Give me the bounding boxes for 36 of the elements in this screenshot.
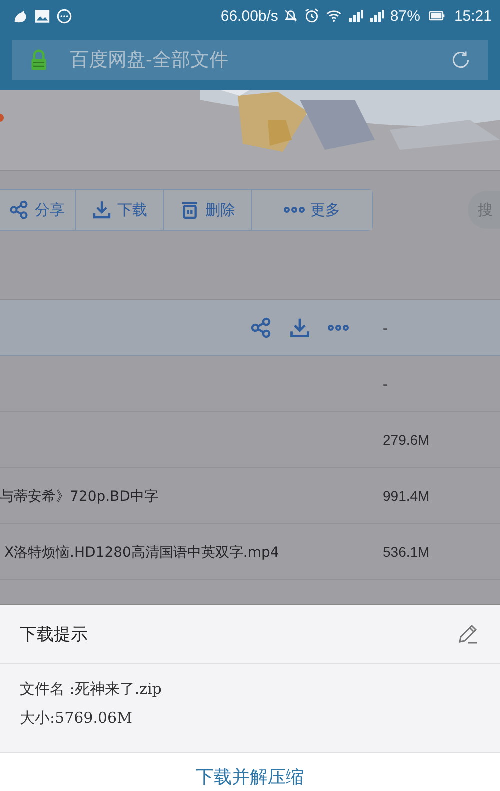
more-button[interactable]: 更多: [252, 190, 372, 230]
file-size: 991.4M: [383, 488, 430, 504]
download-icon: [92, 200, 112, 220]
extract-button[interactable]: 下载并解压缩: [196, 765, 304, 791]
file-size: 279.6M: [383, 432, 430, 448]
clock: 15:21: [454, 8, 492, 24]
share-button[interactable]: 分享: [0, 190, 76, 230]
download-button[interactable]: 下载: [76, 190, 164, 230]
download-icon[interactable]: [289, 316, 311, 338]
file-size-label: 大小:5769.06M: [20, 709, 134, 728]
signal-icon: [369, 8, 386, 24]
more-icon[interactable]: [328, 324, 349, 330]
wifi-icon: [325, 8, 344, 24]
chat-icon: [56, 8, 73, 24]
file-name-label: 文件名 :死神来了.zip: [20, 680, 163, 699]
dialog-title: 下载提示: [20, 624, 88, 646]
file-name: X洛特烦恼.HD1280高清国语中英双字.mp4: [3, 544, 280, 560]
network-speed: 66.00b/s: [220, 8, 278, 24]
image-icon: [34, 8, 51, 24]
delete-button[interactable]: 删除: [164, 190, 252, 230]
file-name: 与蒂安希》720p.BD中字: [0, 488, 158, 504]
refresh-icon[interactable]: [450, 49, 472, 71]
trash-icon: [180, 200, 200, 220]
file-size: -: [383, 376, 388, 392]
share-icon[interactable]: [250, 316, 272, 338]
pencil-icon[interactable]: [456, 622, 480, 646]
battery-percent: 87%: [390, 8, 420, 24]
signal-icon: [348, 8, 364, 24]
more-icon: [284, 207, 304, 213]
alarm-icon: [304, 8, 320, 24]
file-size: -: [383, 320, 388, 336]
mute-icon: [283, 8, 300, 24]
file-size: 536.1M: [383, 544, 430, 560]
file-row[interactable]: -: [0, 300, 500, 356]
share-icon: [9, 200, 29, 220]
page-title: 百度网盘-全部文件: [70, 48, 230, 73]
